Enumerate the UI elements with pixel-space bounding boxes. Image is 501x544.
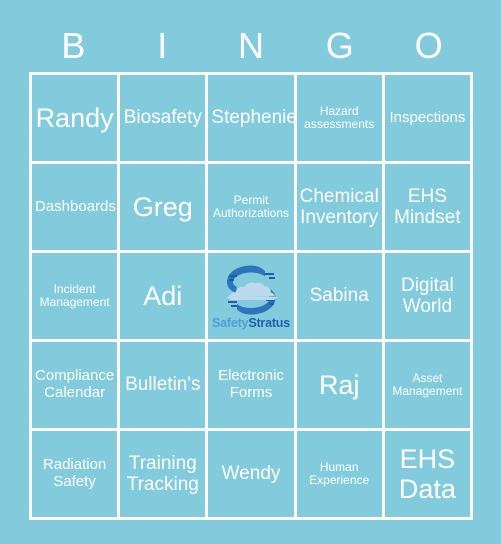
bingo-cell-label: Biosafety (123, 107, 202, 129)
bingo-cell[interactable]: EHS Mindset (384, 164, 470, 250)
bingo-cell-label: Raj (318, 369, 360, 400)
bingo-cell-label: Adi (143, 280, 183, 311)
bingo-cell-label: Randy (35, 102, 114, 133)
bingo-cell[interactable]: Adi (120, 253, 206, 339)
bingo-card: B I N G O Randy Biosafety Stephenie Haza… (0, 0, 501, 544)
bingo-cell[interactable]: Training Tracking (120, 431, 206, 517)
header-letter-o: O (414, 25, 443, 66)
bingo-cell[interactable]: Permit Authorizations (208, 164, 294, 250)
bingo-cell-label: Chemical Inventory (299, 185, 379, 228)
bingo-header: B I N G O (29, 22, 473, 70)
bingo-cell[interactable]: Incident Management (32, 253, 118, 339)
header-letter-g: G (325, 25, 354, 66)
bingo-cell-label: Permit Authorizations (212, 192, 290, 220)
bingo-cell-label: Compliance Calendar (35, 367, 115, 401)
bingo-cell[interactable]: Wendy (208, 431, 294, 517)
bingo-cell[interactable]: Compliance Calendar (32, 342, 118, 428)
bingo-cell-label: Dashboards (35, 197, 116, 215)
bingo-cell-label: Human Experience (309, 459, 370, 487)
bingo-cell[interactable]: Radiation Safety (32, 431, 118, 517)
safetystratus-cloud-logo-icon (225, 265, 278, 315)
bingo-cell-label: Greg (132, 191, 193, 222)
safetystratus-wordmark: SafetyStratus (212, 317, 290, 330)
bingo-cell[interactable]: Electronic Forms (208, 342, 294, 428)
bingo-cell-label: Digital World (400, 274, 454, 317)
bingo-cell[interactable]: Raj (296, 342, 382, 428)
bingo-cell-label: EHS Data (398, 443, 456, 504)
bingo-cell-label: Sabina (309, 285, 369, 307)
bingo-cell-label: Inspections (389, 108, 466, 126)
bingo-cell[interactable]: Randy (32, 75, 118, 161)
bingo-cell-label: Electronic Forms (218, 367, 284, 401)
bingo-cell-label: EHS Mindset (394, 185, 461, 228)
bingo-cell-label: Incident Management (39, 281, 110, 309)
header-letter-b: B (61, 25, 86, 66)
bingo-grid: Randy Biosafety Stephenie Hazard assessm… (29, 72, 473, 520)
bingo-cell[interactable]: Biosafety (120, 75, 206, 161)
bingo-cell[interactable]: Sabina (296, 253, 382, 339)
bingo-free-space-cell[interactable]: SafetyStratus (208, 253, 294, 339)
header-letter-i: I (157, 25, 168, 66)
bingo-cell-label: Radiation Safety (42, 456, 107, 490)
header-letter-n: N (237, 25, 264, 66)
bingo-cell[interactable]: Stephenie (208, 75, 294, 161)
bingo-cell[interactable]: Asset Management (384, 342, 470, 428)
bingo-cell-label: Wendy (221, 463, 281, 485)
bingo-cell[interactable]: Greg (120, 164, 206, 250)
bingo-cell-label: Training Tracking (126, 452, 199, 495)
bingo-cell-label: Hazard assessments (304, 103, 375, 131)
bingo-cell[interactable]: Chemical Inventory (296, 164, 382, 250)
bingo-cell-label: Bulletin's (125, 374, 201, 396)
wordmark-safety: Safety (211, 315, 249, 330)
bingo-cell-label: Stephenie (211, 107, 294, 129)
wordmark-stratus: Stratus (248, 315, 290, 330)
bingo-cell-label: Asset Management (392, 370, 463, 398)
bingo-cell[interactable]: Dashboards (32, 164, 118, 250)
bingo-cell[interactable]: Hazard assessments (296, 75, 382, 161)
bingo-cell[interactable]: Digital World (384, 253, 470, 339)
bingo-cell[interactable]: Human Experience (296, 431, 382, 517)
bingo-cell[interactable]: Inspections (384, 75, 470, 161)
bingo-cell[interactable]: Bulletin's (120, 342, 206, 428)
bingo-cell[interactable]: EHS Data (384, 431, 470, 517)
